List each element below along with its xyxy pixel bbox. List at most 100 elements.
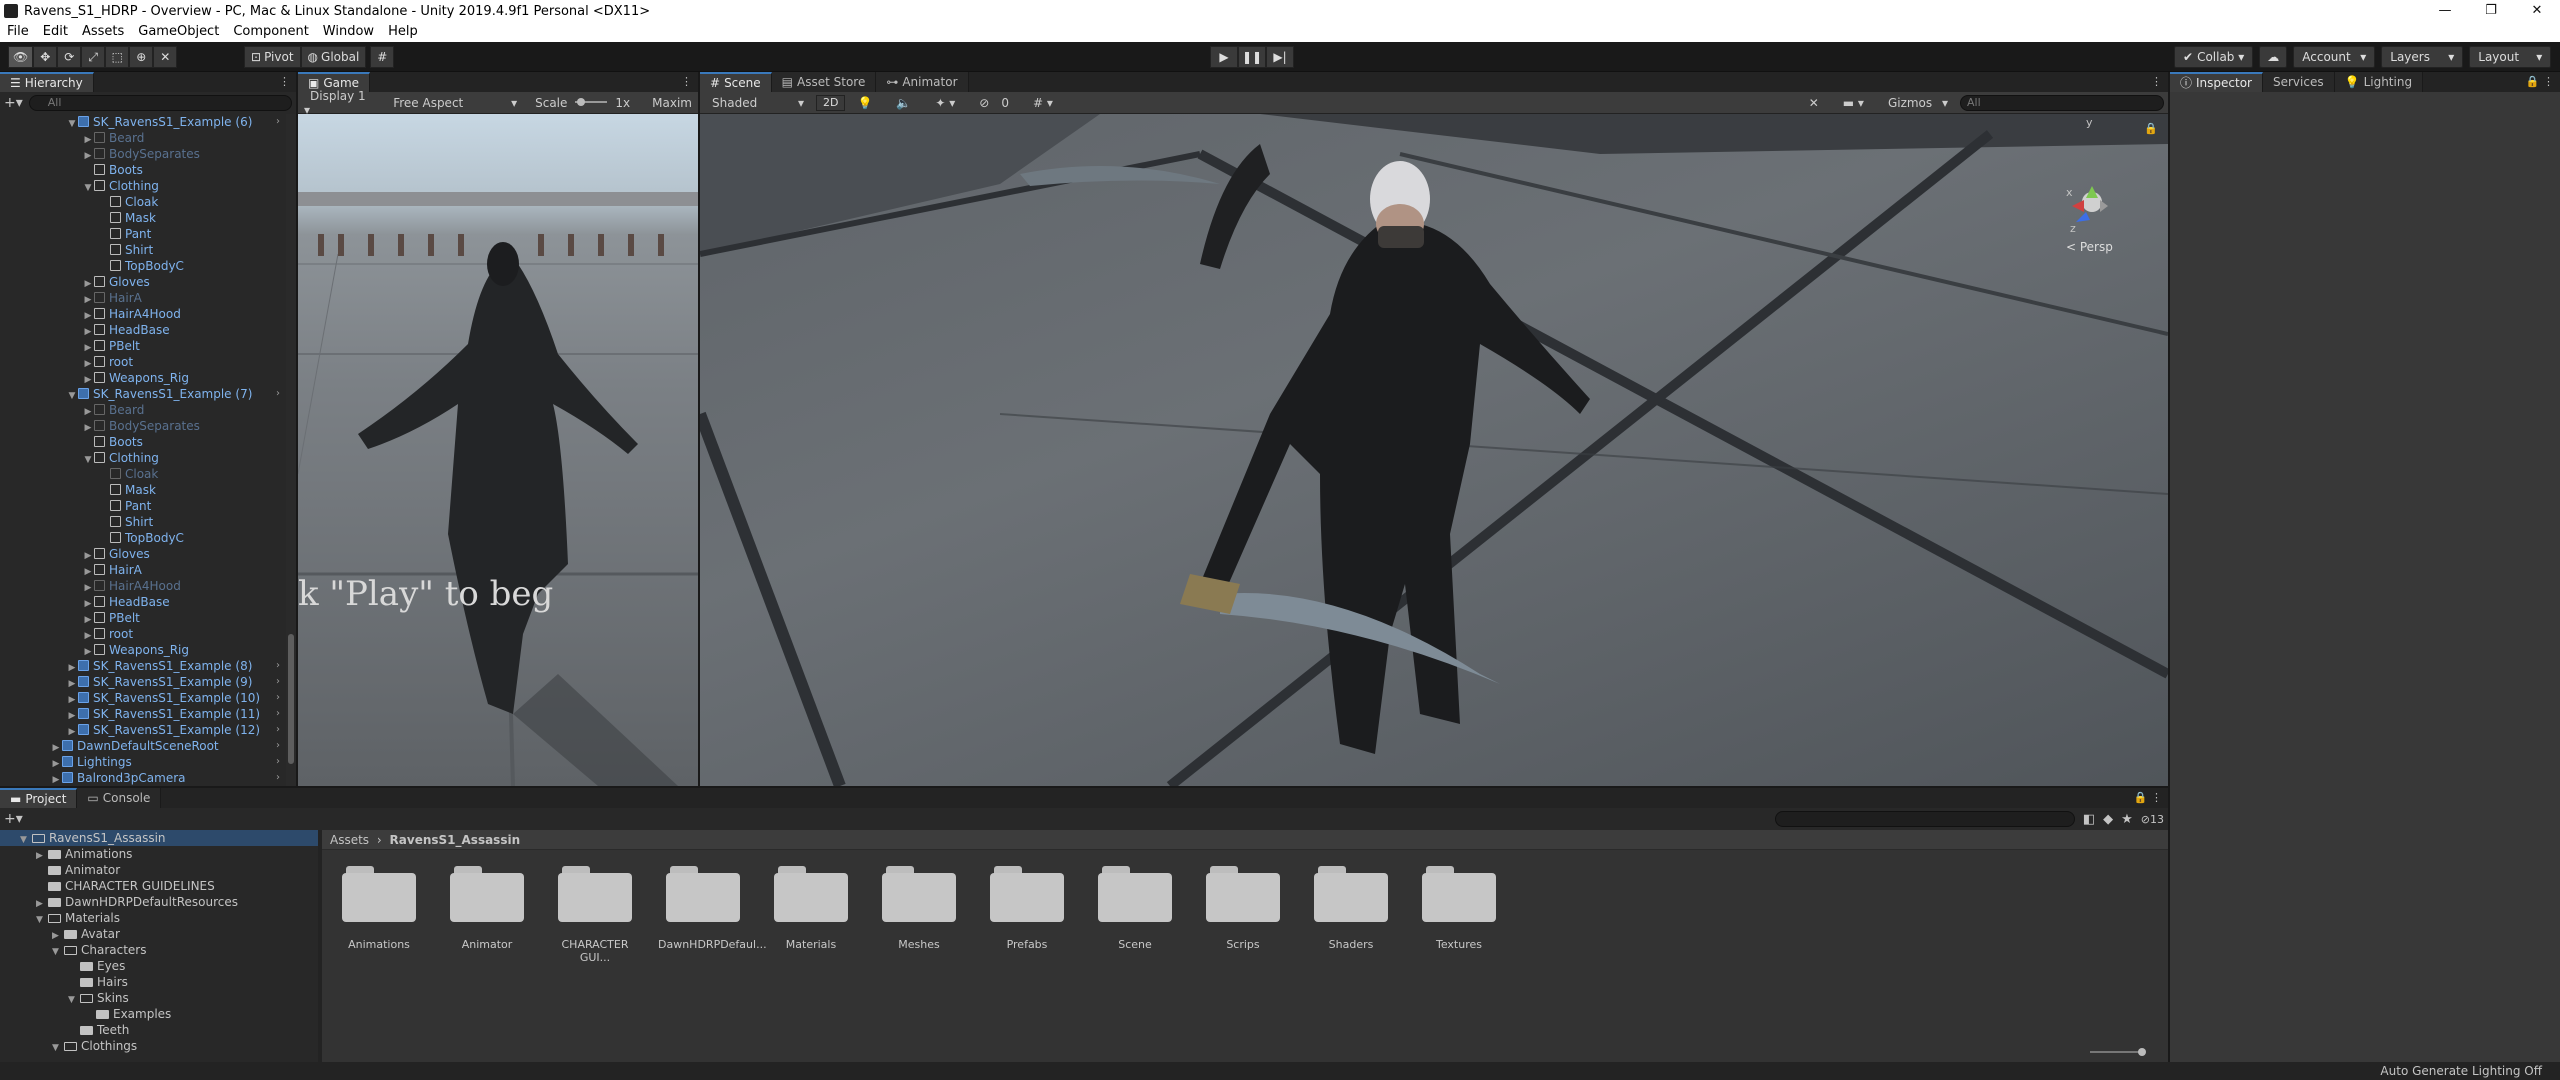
audio-toggle[interactable]: 🔈 [884, 96, 923, 110]
hierarchy-item[interactable]: ▶ HeadBase [0, 594, 286, 610]
menu-file[interactable]: File [0, 22, 36, 42]
lock-icon[interactable]: 🔒 ⋮ [2526, 72, 2560, 92]
projection-toggle[interactable]: < Persp [2066, 240, 2113, 254]
move-tool-button[interactable]: ✥ [33, 46, 58, 68]
hierarchy-item[interactable]: ▶ HairA [0, 290, 286, 306]
menu-assets[interactable]: Assets [75, 22, 131, 42]
lock-icon[interactable]: 🔒 [2144, 122, 2158, 135]
project-folder-item[interactable]: CHARACTER GUIDELINES [0, 878, 318, 894]
hierarchy-search-input[interactable]: All [28, 95, 292, 111]
hierarchy-item[interactable]: ▶ Gloves [0, 546, 286, 562]
hierarchy-item[interactable]: ▶ BodySeparates [0, 418, 286, 434]
breadcrumb-item[interactable]: Assets [330, 833, 369, 847]
project-folder-item[interactable]: ▼ Characters [0, 942, 318, 958]
project-folder-item[interactable]: ▼ Clothings [0, 1038, 318, 1054]
hierarchy-item[interactable]: ▶ Weapons_Rig [0, 370, 286, 386]
asset-folder[interactable]: Animator [442, 866, 532, 951]
hierarchy-item[interactable]: ▶ HairA [0, 562, 286, 578]
hierarchy-item[interactable]: ▶ SK_RavensS1_Example (11) › [0, 706, 286, 722]
hierarchy-item[interactable]: ▶ DawnDefaultSceneRoot › [0, 738, 286, 754]
menu-gameobject[interactable]: GameObject [131, 22, 226, 42]
hierarchy-item[interactable]: ▶ SK_RavensS1_Example (10) › [0, 690, 286, 706]
layers-dropdown[interactable]: Layers ▾ [2381, 46, 2464, 68]
expanded-arrow-icon[interactable]: ▼ [20, 832, 32, 848]
maximize-button[interactable]: ❐ [2468, 0, 2514, 22]
hierarchy-item[interactable]: ▶ Weapons_Rig [0, 642, 286, 658]
tab-animator[interactable]: ⊶ Animator [876, 72, 969, 92]
project-search-input[interactable] [1774, 811, 2075, 827]
panel-menu-icon[interactable]: ⋮ [681, 72, 698, 92]
lighting-status[interactable]: Auto Generate Lighting Off [2380, 1064, 2560, 1078]
open-prefab-icon[interactable]: › [276, 114, 280, 130]
open-prefab-icon[interactable]: › [276, 770, 280, 786]
asset-folder[interactable]: Shaders [1306, 866, 1396, 951]
open-prefab-icon[interactable]: › [276, 386, 280, 402]
open-prefab-icon[interactable]: › [276, 738, 280, 754]
tab-inspector[interactable]: ⓘ Inspector [2170, 72, 2263, 92]
hierarchy-scrollbar[interactable] [286, 114, 296, 786]
account-dropdown[interactable]: Account ▾ [2293, 46, 2376, 68]
hierarchy-item[interactable]: Cloak [0, 194, 286, 210]
open-prefab-icon[interactable]: › [276, 658, 280, 674]
hierarchy-item[interactable]: ▶ root [0, 354, 286, 370]
grid-dropdown[interactable]: # ▾ [1021, 96, 1065, 110]
collab-dropdown[interactable]: ✔ Collab ▾ [2174, 46, 2254, 68]
2d-toggle[interactable]: 2D [816, 94, 846, 111]
play-button[interactable]: ▶ [1210, 46, 1238, 68]
maximize-on-play-button[interactable]: Maxim [646, 96, 698, 110]
rotate-tool-button[interactable]: ⟳ [57, 46, 82, 68]
grid-snap-button[interactable]: # [370, 46, 395, 68]
hierarchy-item[interactable]: ▶ HairA4Hood [0, 578, 286, 594]
tab-console[interactable]: ▭ Console [77, 788, 162, 808]
panel-menu-icon[interactable]: ⋮ [2151, 72, 2168, 92]
hierarchy-item[interactable]: Boots [0, 162, 286, 178]
hierarchy-item[interactable]: ▶ HeadBase [0, 322, 286, 338]
hierarchy-item[interactable]: ▶ Beard [0, 402, 286, 418]
open-prefab-icon[interactable]: › [276, 722, 280, 738]
breadcrumb-item[interactable]: RavensS1_Assassin [390, 833, 521, 847]
minimize-button[interactable]: — [2422, 0, 2468, 22]
hierarchy-item[interactable]: ▶ PBelt [0, 610, 286, 626]
project-folder-item[interactable]: ▶ DawnHDRPDefaultResources [0, 894, 318, 910]
hierarchy-item[interactable]: ▶ Beard [0, 130, 286, 146]
asset-folder[interactable]: DawnHDRPDefaul... [658, 866, 767, 951]
hidden-packages-count[interactable]: ⊘13 [2141, 813, 2164, 826]
hierarchy-item[interactable]: Mask [0, 482, 286, 498]
expanded-arrow-icon[interactable]: ▼ [68, 992, 80, 1008]
cloud-button[interactable]: ☁ [2259, 46, 2288, 68]
close-button[interactable]: ✕ [2514, 0, 2560, 22]
pivot-toggle[interactable]: ⊡ Pivot [244, 46, 301, 68]
tab-hierarchy[interactable]: ☰ Hierarchy [0, 72, 94, 92]
tab-scene[interactable]: # Scene [700, 72, 772, 92]
open-prefab-icon[interactable]: › [276, 754, 280, 770]
hierarchy-item[interactable]: ▶ Balrond3pCamera › [0, 770, 286, 786]
aspect-dropdown[interactable]: Free Aspect ▾ [381, 96, 529, 110]
collapsed-arrow-icon[interactable]: ▶ [50, 772, 62, 786]
hierarchy-item[interactable]: Cloak [0, 466, 286, 482]
hierarchy-item[interactable]: Boots [0, 434, 286, 450]
hierarchy-item[interactable]: Shirt [0, 514, 286, 530]
hierarchy-item[interactable]: TopBodyC [0, 258, 286, 274]
scale-slider[interactable] [573, 96, 609, 110]
transform-tool-button[interactable]: ⊕ [129, 46, 154, 68]
hierarchy-item[interactable]: ▶ root [0, 626, 286, 642]
favorite-icon[interactable]: ★ [2121, 812, 2133, 827]
pause-button[interactable]: ❚❚ [1238, 46, 1266, 68]
asset-folder[interactable]: Materials [766, 866, 856, 951]
hierarchy-item[interactable]: ▶ Lightings › [0, 754, 286, 770]
game-viewport[interactable]: k "Play" to beg [298, 114, 698, 786]
gizmos-dropdown[interactable]: Gizmos ▾ [1876, 96, 1954, 110]
project-folder-item[interactable]: ▼ Skins [0, 990, 318, 1006]
scene-viewport[interactable]: y x z < Persp 🔒 [700, 114, 2168, 786]
shading-dropdown[interactable]: Shaded ▾ [700, 96, 816, 110]
tools-button[interactable]: ✕ [1797, 96, 1831, 110]
project-folder-item[interactable]: Animator [0, 862, 318, 878]
menu-window[interactable]: Window [316, 22, 381, 42]
hierarchy-item[interactable]: ▶ HairA4Hood [0, 306, 286, 322]
asset-folder[interactable]: Animations [334, 866, 424, 951]
global-toggle[interactable]: ◍ Global [300, 46, 367, 68]
menu-edit[interactable]: Edit [36, 22, 75, 42]
project-folder-item[interactable]: ▼ Materials [0, 910, 318, 926]
project-folder-item[interactable]: Hairs [0, 974, 318, 990]
asset-folder[interactable]: Prefabs [982, 866, 1072, 951]
